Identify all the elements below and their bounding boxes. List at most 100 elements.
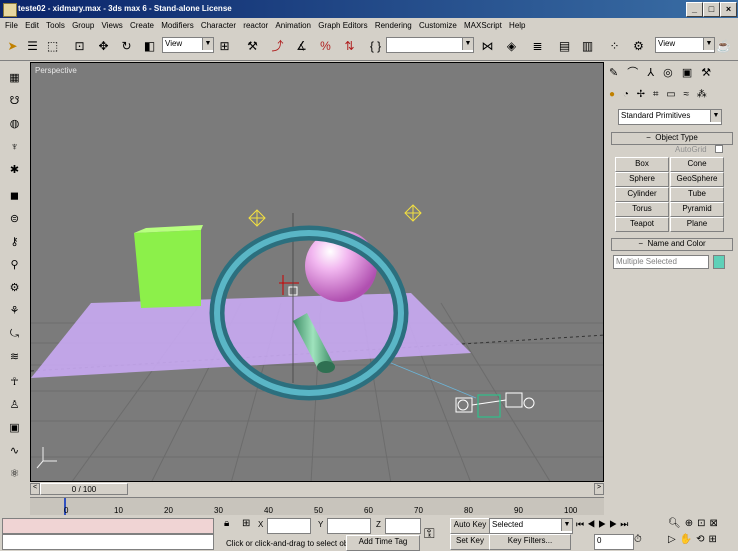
mirror-icon[interactable]: ⋈	[478, 37, 497, 56]
menu-reactor[interactable]: reactor	[243, 18, 268, 33]
spinner-snap-icon[interactable]: ⇅	[340, 37, 359, 56]
maximize-viewport-icon[interactable]: ⊞	[709, 534, 721, 545]
move-icon[interactable]: ✥	[94, 37, 113, 56]
menu-customize[interactable]: Customize	[419, 18, 457, 33]
snap-3d-icon[interactable]: ⤴	[268, 37, 287, 56]
current-frame-field[interactable]: 0	[594, 534, 634, 550]
object-name-field[interactable]: Multiple Selected	[613, 255, 709, 269]
maximize-button[interactable]: □	[703, 2, 720, 17]
pyramid-button[interactable]: Pyramid	[670, 202, 724, 217]
menu-help[interactable]: Help	[509, 18, 525, 33]
sphere-button[interactable]: Sphere	[615, 172, 669, 187]
teapot-button[interactable]: Teapot	[615, 217, 669, 232]
set-key-button[interactable]: Set Key	[450, 534, 490, 550]
spacewarps-icon[interactable]: ≈	[683, 89, 689, 100]
cone-button[interactable]: Cone	[670, 157, 724, 172]
cylinder-tool-icon[interactable]: ⊜	[6, 211, 23, 228]
add-time-tag-button[interactable]: Add Time Tag	[346, 535, 420, 551]
absolute-mode-icon[interactable]: ⊞	[242, 518, 250, 529]
helper-icon[interactable]: ☋	[6, 93, 23, 110]
menu-tools[interactable]: Tools	[46, 18, 65, 33]
play-icon[interactable]: ▶	[598, 519, 609, 529]
minimize-button[interactable]: _	[686, 2, 703, 17]
goto-start-icon[interactable]: ⏮	[576, 519, 587, 529]
scale-icon[interactable]: ◧	[140, 37, 159, 56]
track-view-icon[interactable]: ▤	[555, 37, 574, 56]
prev-frame-icon[interactable]: ◀	[587, 519, 598, 529]
camera-object[interactable]	[455, 392, 535, 413]
menu-file[interactable]: File	[5, 18, 18, 33]
maxscript-listener-field[interactable]	[2, 518, 214, 534]
zoom-extents-icon[interactable]: ⊡	[697, 518, 709, 529]
quick-render-icon[interactable]: ☕	[714, 37, 733, 56]
time-slider[interactable]: < 0 / 100 >	[30, 482, 604, 496]
next-frame-icon[interactable]: ▶	[609, 519, 620, 529]
menu-character[interactable]: Character	[201, 18, 236, 33]
tab-objects-icon[interactable]: ▦	[6, 70, 23, 87]
y-coord-field[interactable]	[327, 518, 371, 534]
time-config-icon[interactable]: ⏱	[634, 534, 642, 545]
box-tool-icon[interactable]: ◼	[6, 188, 23, 205]
zoom-all-icon[interactable]: ⊕	[685, 518, 697, 529]
cloth-icon[interactable]: ▣	[6, 420, 23, 437]
water-icon[interactable]: ≋	[6, 349, 23, 366]
menu-modifiers[interactable]: Modifiers	[161, 18, 193, 33]
time-slider-thumb[interactable]: 0 / 100	[40, 483, 128, 495]
named-selection-dropdown[interactable]: ▼	[386, 37, 474, 53]
lock-icon[interactable]: 🔒︎	[224, 518, 229, 529]
object-color-swatch[interactable]	[713, 255, 725, 269]
biped-icon[interactable]: ☥	[6, 374, 23, 391]
pivot-icon[interactable]: ⊞	[215, 37, 234, 56]
select-icon[interactable]: ➤	[3, 37, 22, 56]
star-icon[interactable]: ✱	[6, 162, 23, 179]
manipulate-icon[interactable]: ⚒	[243, 37, 262, 56]
perspective-viewport[interactable]: Perspective	[30, 62, 604, 482]
percent-snap-icon[interactable]: %	[316, 37, 335, 56]
arc-rotate-icon[interactable]: ⟲	[696, 534, 708, 545]
align-icon[interactable]: ◈	[502, 37, 521, 56]
spring-icon[interactable]: ∿	[6, 443, 23, 460]
wrench-icon[interactable]: ⚷	[6, 234, 23, 251]
maxscript-input-field[interactable]	[2, 534, 214, 550]
geosphere-button[interactable]: GeoSphere	[670, 172, 724, 187]
ref-coord-dropdown[interactable]: View ▼	[162, 37, 214, 53]
menu-animation[interactable]: Animation	[275, 18, 311, 33]
rotate-icon[interactable]: ↻	[117, 37, 136, 56]
menu-edit[interactable]: Edit	[25, 18, 39, 33]
track-bar[interactable]: 0 10 20 30 40 50 60 70 80 90 100	[30, 497, 604, 516]
sphere-icon[interactable]: ◍	[6, 116, 23, 133]
render-type-dropdown[interactable]: View ▼	[655, 37, 715, 53]
deform-icon[interactable]: ⚘	[6, 303, 23, 320]
geometry-icon[interactable]: ●	[609, 89, 615, 100]
key-selection-dropdown[interactable]: Selected ▼	[489, 518, 573, 534]
create-tab-icon[interactable]: ✎	[609, 67, 618, 79]
x-coord-field[interactable]	[267, 518, 311, 534]
tube-button[interactable]: Tube	[670, 187, 724, 202]
modify-tab-icon[interactable]: ⌒	[627, 67, 638, 79]
pan-icon[interactable]: ✋	[680, 534, 696, 545]
key-icon[interactable]: ⚿	[424, 525, 435, 542]
close-button[interactable]: ×	[720, 2, 737, 17]
key-filters-button[interactable]: Key Filters...	[489, 534, 571, 550]
box-object[interactable]	[134, 225, 203, 308]
lights-icon[interactable]: ✢	[637, 89, 645, 100]
menu-group[interactable]: Group	[72, 18, 94, 33]
torus-button[interactable]: Torus	[615, 202, 669, 217]
time-prev-icon[interactable]: <	[30, 483, 40, 495]
menu-views[interactable]: Views	[102, 18, 123, 33]
zoom-extents-all-icon[interactable]: ⊠	[709, 518, 721, 529]
light-icon-1[interactable]	[248, 209, 266, 227]
angle-snap-icon[interactable]: ∡	[292, 37, 311, 56]
menu-rendering[interactable]: Rendering	[375, 18, 412, 33]
z-coord-field[interactable]	[385, 518, 421, 534]
select-by-name-icon[interactable]: ☰	[23, 37, 42, 56]
cylinder-button[interactable]: Cylinder	[615, 187, 669, 202]
select-object-icon[interactable]: ⊡	[70, 37, 89, 56]
menu-create[interactable]: Create	[130, 18, 154, 33]
systems-icon[interactable]: ⁂	[697, 89, 707, 100]
material-editor-icon[interactable]: ⁘	[605, 37, 624, 56]
rect-select-icon[interactable]: ⬚	[43, 37, 62, 56]
layer-manager-icon[interactable]: ≣	[528, 37, 547, 56]
light-icon-2[interactable]	[404, 204, 422, 222]
schematic-icon[interactable]: ▥	[578, 37, 597, 56]
